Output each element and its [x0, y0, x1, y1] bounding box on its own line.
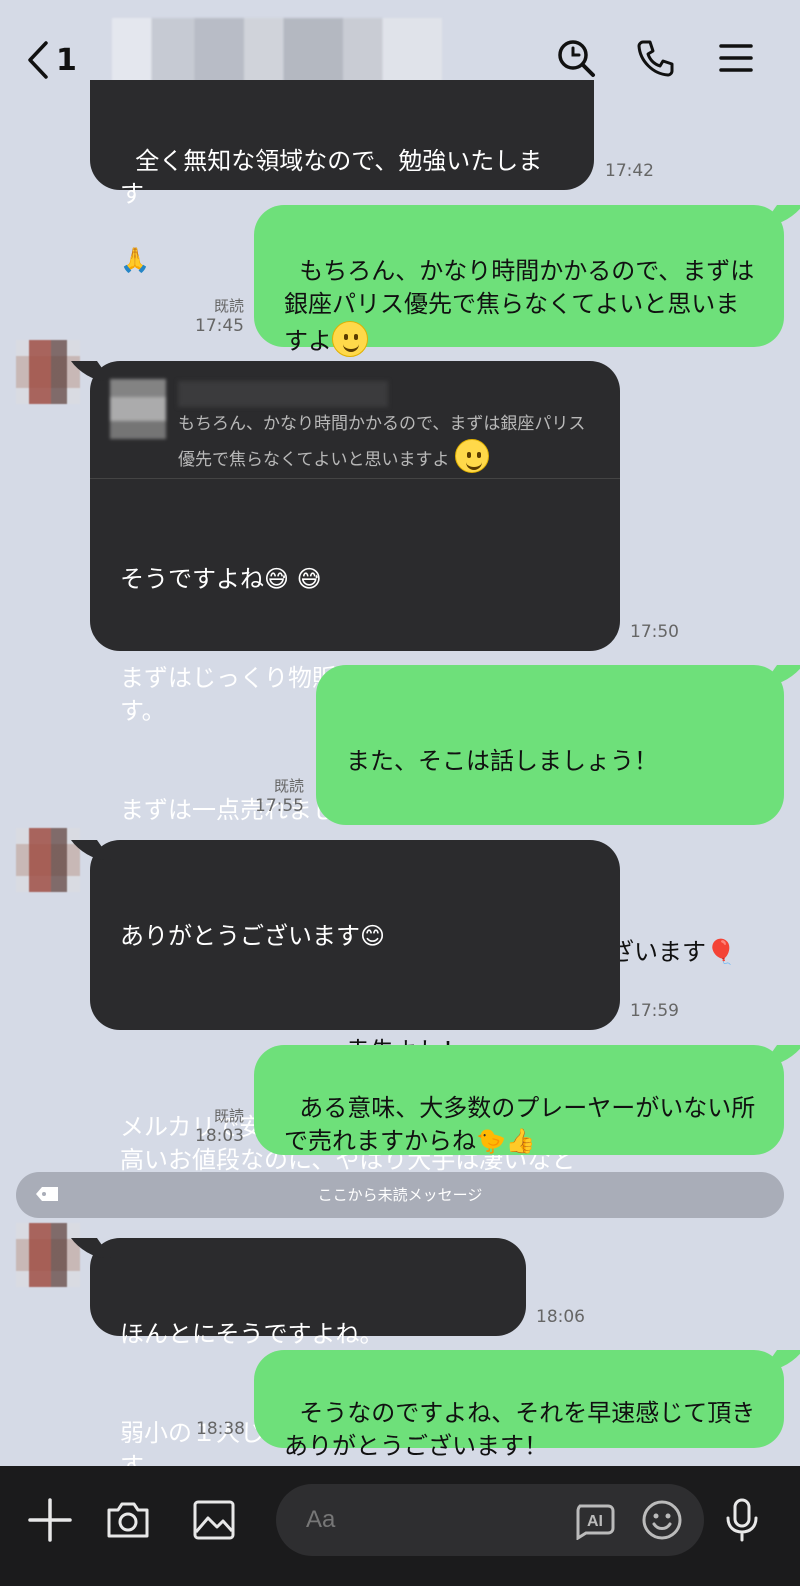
avatar[interactable] — [16, 340, 80, 404]
avatar[interactable] — [16, 1223, 80, 1287]
unread-label: ここから未読メッセージ — [317, 1186, 483, 1204]
read-receipt: 既読 17:55 — [255, 777, 304, 816]
search-icon — [558, 40, 595, 77]
message-input-wrapper: AI — [276, 1484, 704, 1556]
message-text: そうですよね — [120, 565, 264, 593]
incoming-message[interactable]: ありがとうございます😊 メルカリで安値で出しても売れず、1万円も高いお値段なのに… — [90, 840, 620, 1207]
message-text: ありがとうございます — [120, 922, 360, 950]
balloon-emoji: 🎈 — [706, 938, 736, 966]
message-time: 18:06 — [536, 1307, 585, 1327]
menu-button[interactable] — [712, 34, 760, 82]
message-time: 18:38 — [196, 1419, 245, 1439]
outgoing-message[interactable]: もちろん、かなり時間かかるので、まずは銀座パリス優先で焦らなくてよいと思いますよ — [254, 205, 784, 357]
plus-icon — [28, 1498, 72, 1542]
mic-icon — [726, 1498, 758, 1542]
message-text: そうなのですよね、それを早速感じて頂きありがとうございます！ — [284, 1399, 756, 1460]
message-text: ほんとにそうですよね。 — [120, 1320, 384, 1348]
sweat-smile-emoji: 😅 😅 — [264, 565, 322, 593]
incoming-message[interactable]: ほんとにそうですよね。 弱小の１人じゃできない強みです。 — [90, 1238, 526, 1480]
camera-icon — [107, 1502, 149, 1538]
read-receipt: 既読 17:45 — [195, 297, 244, 336]
read-receipt: 既読 18:03 — [195, 1107, 244, 1146]
camera-button[interactable] — [102, 1494, 154, 1546]
message-input[interactable] — [306, 1502, 546, 1538]
incoming-message[interactable]: 全く無知な領域なので、勉強いたします 🙏 — [90, 80, 594, 274]
ai-icon[interactable]: AI — [572, 1500, 616, 1540]
slightly-smiling-emoji — [332, 321, 368, 357]
phone-icon — [637, 40, 674, 77]
call-button[interactable] — [632, 34, 680, 82]
message-text: また、そこは話しましょう！ — [346, 747, 658, 775]
outgoing-message[interactable]: ある意味、大多数のプレーヤーがいない所で売れますからね🐤👍 — [254, 1045, 784, 1155]
unread-divider: ここから未読メッセージ — [16, 1172, 784, 1218]
reply-quote[interactable]: もちろん、かなり時間かかるので、まずは銀座パリス優先で焦らなくてよいと思いますよ — [90, 361, 620, 479]
image-button[interactable] — [188, 1494, 240, 1546]
smiling-face-emoji: 😊 — [360, 922, 386, 950]
message-time: 17:59 — [630, 1001, 679, 1021]
unread-count: 1 — [56, 42, 77, 78]
image-icon — [193, 1500, 235, 1540]
back-button[interactable]: 1 — [24, 36, 94, 84]
folded-hands-emoji: 🙏 — [120, 246, 150, 274]
quote-sender-blurred — [178, 381, 388, 407]
message-text: 全く無知な領域なので、勉強いたします — [120, 147, 543, 208]
composer-bar: AI — [0, 1466, 800, 1586]
back-chevron-icon — [28, 41, 48, 79]
outgoing-message[interactable]: また、そこは話しましょう！ 売れたことおめでとうございます🎈 幸先よし！ — [316, 665, 784, 1065]
quote-avatar — [110, 379, 166, 439]
message-time: 17:42 — [605, 161, 654, 181]
menu-icon — [719, 44, 753, 72]
incoming-message[interactable]: もちろん、かなり時間かかるので、まずは銀座パリス優先で焦らなくてよいと思いますよ… — [90, 361, 620, 824]
message-time: 17:50 — [630, 622, 679, 642]
quote-text: もちろん、かなり時間かかるので、まずは銀座パリス優先で焦らなくてよいと思いますよ — [178, 409, 602, 475]
voice-button[interactable] — [716, 1494, 768, 1546]
chat-title-blurred — [112, 18, 442, 86]
ai-label: AI — [587, 1513, 603, 1530]
search-button[interactable] — [552, 34, 600, 82]
outgoing-message[interactable]: そうなのですよね、それを早速感じて頂きありがとうございます！ — [254, 1350, 784, 1460]
emoji-icon[interactable] — [640, 1498, 684, 1542]
slightly-smiling-emoji — [454, 439, 489, 473]
add-button[interactable] — [24, 1494, 76, 1546]
avatar[interactable] — [16, 828, 80, 892]
chick-thumbs-up-sticker: 🐤👍 — [476, 1127, 536, 1155]
